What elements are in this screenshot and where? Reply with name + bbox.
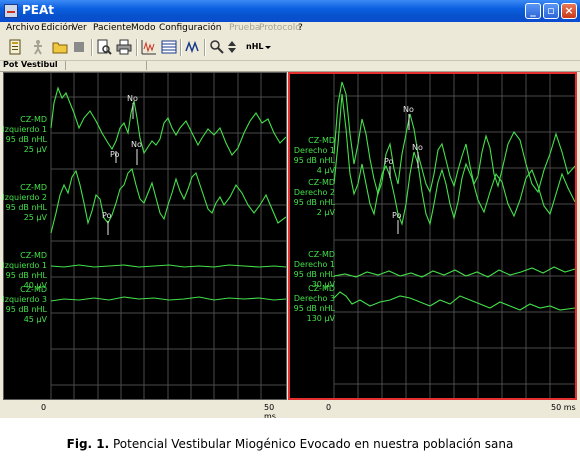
right-plot-panel[interactable]: CZ-MD Derecho 1 95 dB nHL 4 µV CZ-MD Derecho…	[288, 72, 577, 400]
app-icon	[4, 4, 18, 18]
menu-archivo[interactable]: Archivo	[6, 23, 40, 33]
printer-icon[interactable]	[116, 39, 132, 55]
right-channel-2-label: CZ-MD Derecho 2 95 dB nHL 2 µV	[293, 178, 335, 217]
zoom-icon[interactable]	[209, 39, 225, 55]
right-x-axis: 0 50 ms	[288, 401, 577, 415]
minimize-button[interactable]: _	[525, 3, 541, 19]
left-channel-4-label: CZ-MD Izquierdo 3 95 dB nHL 45 µV	[2, 285, 47, 324]
window-title: PEAt	[22, 3, 55, 17]
unit-dropdown-icon[interactable]	[264, 39, 272, 55]
title-bar[interactable]: PEAt _ ▫ ×	[0, 0, 580, 22]
right-x-end: 50 ms	[551, 403, 576, 412]
menu-bar: Archivo Edición Ver Paciente Modo Config…	[0, 22, 580, 36]
stop-icon[interactable]	[71, 39, 87, 55]
right-channel-1-label: CZ-MD Derecho 1 95 dB nHL 4 µV	[293, 136, 335, 175]
caption-text: Potencial Vestibular Miogénico Evocado e…	[109, 437, 514, 451]
right-waveforms	[333, 74, 575, 398]
left-channel-1-label: CZ-MD Izquierdo 1 95 dB nHL 25 µV	[2, 115, 47, 154]
right-x-start: 0	[326, 403, 332, 412]
left-x-end: 50 ms	[264, 403, 276, 418]
toolbar: nHL	[0, 36, 580, 61]
left-grid	[50, 73, 286, 399]
table-icon[interactable]	[161, 39, 177, 55]
maximize-button[interactable]: ▫	[543, 3, 559, 19]
left-x-start: 0	[41, 403, 47, 412]
app-window: PEAt _ ▫ × Archivo Edición Ver Paciente …	[0, 0, 580, 418]
right-channel-4-label: CZ-MD Derecho 3 95 dB nHL 130 µV	[293, 284, 335, 323]
waveform-icon[interactable]	[141, 39, 157, 55]
walk-icon[interactable]	[30, 39, 46, 55]
menu-protocolo[interactable]: Protocolo	[259, 23, 301, 33]
spin-icon[interactable]	[227, 39, 237, 55]
close-button[interactable]: ×	[561, 3, 577, 19]
marker-icon[interactable]	[185, 39, 201, 55]
menu-paciente[interactable]: Paciente	[93, 23, 131, 33]
left-plot-panel[interactable]: CZ-MD Izquierdo 1 95 dB nHL 25 µV CZ-MD Izqu…	[2, 72, 287, 400]
level-unit-label: nHL	[246, 42, 264, 51]
tab-bar: Pot Vestibul	[0, 60, 580, 72]
tab-pot-vestibul[interactable]: Pot Vestibul	[3, 60, 58, 69]
print-preview-icon[interactable]	[96, 39, 112, 55]
figure-caption: Fig. 1. Potencial Vestibular Miogénico E…	[0, 437, 580, 451]
left-channel-2-label: CZ-MD Izquierdo 2 95 dB nHL 25 µV	[2, 183, 47, 222]
menu-ver[interactable]: Ver	[72, 23, 87, 33]
caption-label: Fig. 1.	[66, 437, 110, 451]
menu-configuracion[interactable]: Configuración	[159, 23, 221, 33]
menu-edicion[interactable]: Edición	[41, 23, 74, 33]
menu-help[interactable]: ?	[298, 23, 303, 33]
menu-modo[interactable]: Modo	[131, 23, 156, 33]
folder-icon[interactable]	[52, 39, 68, 55]
left-x-axis: 0 50 ms	[3, 401, 287, 418]
menu-prueba[interactable]: Prueba	[229, 23, 260, 33]
open-file-icon[interactable]	[7, 39, 23, 55]
